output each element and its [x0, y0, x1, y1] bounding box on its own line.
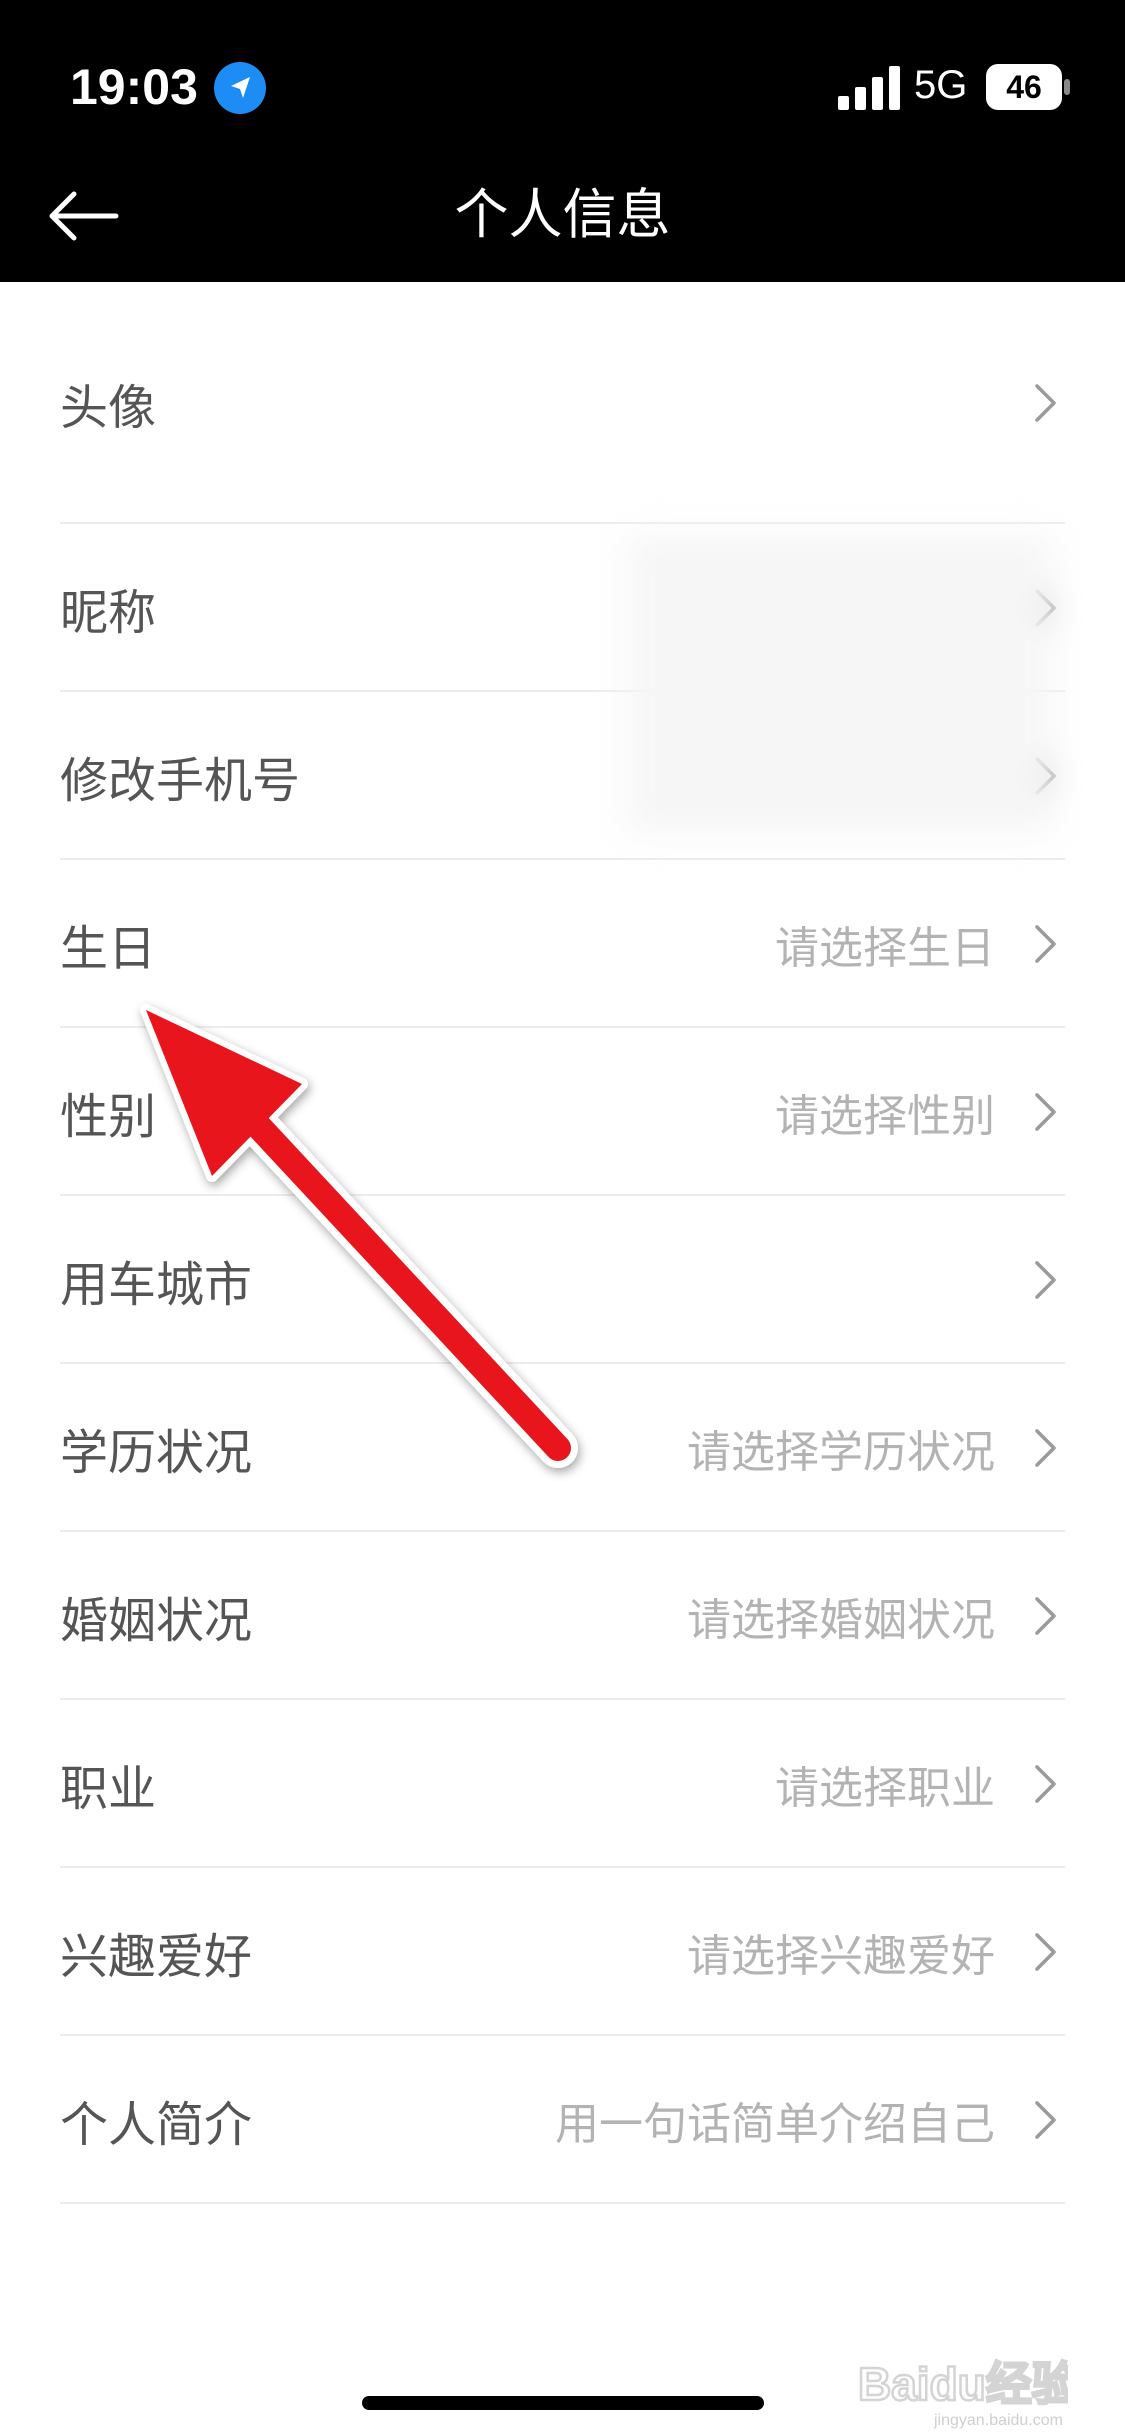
row-value: 请选择学历状况	[687, 1427, 995, 1478]
chevron-right-icon	[1035, 1093, 1056, 1131]
row-value: 请选择兴趣爱好	[687, 1931, 995, 1982]
chevron-right-icon	[1035, 925, 1056, 963]
row-car-city[interactable]: 用车城市	[60, 1196, 1065, 1364]
row-label: 昵称	[60, 585, 157, 641]
row-label: 个人简介	[60, 2097, 253, 2153]
row-value: 请选择职业	[775, 1763, 995, 1814]
row-label: 生日	[60, 921, 157, 977]
row-value: 请选择性别	[775, 1091, 995, 1142]
row-gender[interactable]: 性别 请选择性别	[60, 1028, 1065, 1196]
watermark-url: jingyan.baidu.com	[934, 2412, 1063, 2429]
row-education[interactable]: 学历状况 请选择学历状况	[60, 1364, 1065, 1532]
chevron-right-icon	[1035, 1933, 1056, 1971]
privacy-blur-mask	[626, 534, 1054, 834]
network-type: 5G	[914, 63, 968, 107]
row-label: 兴趣爱好	[60, 1929, 253, 1985]
chevron-right-icon	[1035, 2101, 1056, 2139]
status-time: 19:03	[70, 59, 198, 115]
chevron-right-icon	[1035, 1429, 1056, 1467]
row-label: 婚姻状况	[60, 1593, 253, 1649]
row-label: 头像	[60, 380, 157, 436]
chevron-right-icon	[1035, 1597, 1056, 1635]
signal-icon	[838, 66, 900, 110]
row-label: 修改手机号	[60, 753, 301, 809]
chevron-right-icon	[1035, 384, 1056, 422]
row-avatar[interactable]: 头像	[60, 282, 1065, 524]
chevron-right-icon	[1035, 1765, 1056, 1803]
row-hobbies[interactable]: 兴趣爱好 请选择兴趣爱好	[60, 1868, 1065, 2036]
row-value: 请选择生日	[775, 923, 995, 974]
baidu-watermark-logo: Baidu经验	[858, 2357, 1068, 2412]
chevron-right-icon	[1035, 1261, 1056, 1299]
row-bio[interactable]: 个人简介 用一句话简单介绍自己	[60, 2036, 1065, 2204]
row-value: 请选择婚姻状况	[687, 1595, 995, 1646]
home-indicator[interactable]	[362, 2396, 764, 2410]
watermark-brand: Baidu经验	[858, 2358, 1068, 2410]
row-value: 用一句话简单介绍自己	[555, 2099, 995, 2150]
header-bar: 19:03 5G 46 个人信息	[0, 0, 1125, 282]
row-marital-status[interactable]: 婚姻状况 请选择婚姻状况	[60, 1532, 1065, 1700]
row-label: 学历状况	[60, 1425, 253, 1481]
row-birthday[interactable]: 生日 请选择生日	[60, 860, 1065, 1028]
page-title: 个人信息	[454, 183, 671, 246]
location-icon	[214, 62, 266, 114]
row-occupation[interactable]: 职业 请选择职业	[60, 1700, 1065, 1868]
row-label: 性别	[60, 1089, 157, 1145]
battery-level: 46	[1006, 69, 1042, 105]
row-label: 职业	[60, 1761, 157, 1817]
row-label: 用车城市	[60, 1257, 253, 1313]
